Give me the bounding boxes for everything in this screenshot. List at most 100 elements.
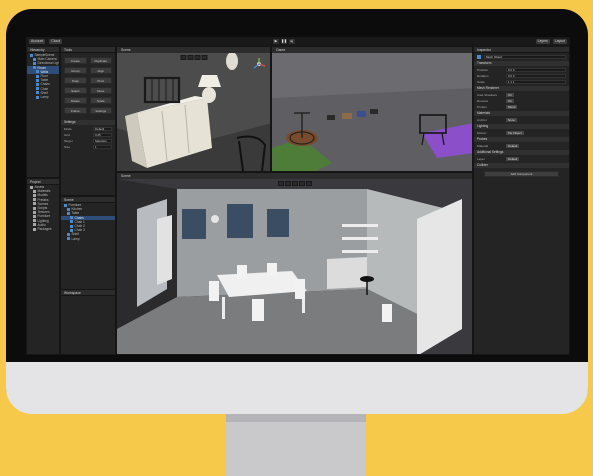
inspector-section-header[interactable]: Materials	[474, 111, 569, 116]
object-name-row: Mesh Object	[474, 54, 569, 59]
effects-toggle-icon[interactable]	[298, 181, 305, 186]
scene-tree-item[interactable]: Lamp	[61, 237, 115, 241]
tools-field-value[interactable]: Selection	[93, 138, 112, 143]
inspector-field-row: Cast Shadows On	[474, 92, 569, 97]
hierarchy-list: SampleScene Main Camera Directional Light R…	[27, 53, 59, 99]
cube-icon	[36, 70, 39, 74]
game-view[interactable]: Game	[271, 46, 473, 172]
cloud-button[interactable]: Cloud	[49, 39, 63, 44]
inspector-field-label: Layer	[477, 156, 485, 161]
tools-field-value[interactable]: 0.25	[93, 132, 112, 137]
transform-value[interactable]: 1 1 1	[506, 79, 566, 84]
folder-icon	[33, 194, 36, 198]
scene-view-tab[interactable]: Scene	[117, 47, 270, 53]
cube-icon	[36, 87, 39, 91]
tool-button[interactable]: Move	[89, 87, 112, 94]
workspace-tab[interactable]: Workspace	[61, 290, 115, 296]
tool-button[interactable]: Group	[64, 67, 87, 74]
object-icon	[67, 237, 70, 241]
move-tool-icon[interactable]	[187, 55, 193, 60]
inspector-tab[interactable]: Inspector	[474, 47, 569, 53]
inspector-section-header[interactable]: Additional Settings	[474, 150, 569, 155]
hierarchy-item[interactable]: Lamp	[27, 95, 59, 99]
gizmos-toggle-icon[interactable]	[305, 181, 312, 186]
folder-icon	[33, 227, 36, 231]
inspector-section-header[interactable]: Probes	[474, 137, 569, 142]
object-icon	[67, 232, 70, 236]
cube-icon	[36, 91, 39, 95]
lighting-toggle-icon[interactable]	[284, 181, 291, 186]
tool-button[interactable]: Rotate	[64, 97, 87, 104]
transform-row: Position 0 0 0	[474, 67, 569, 72]
account-button[interactable]: Account	[29, 39, 46, 44]
tool-button[interactable]: Scale	[89, 97, 112, 104]
inspector-section-header[interactable]: Mesh Renderer	[474, 86, 569, 91]
layers-dropdown[interactable]: Layers	[535, 39, 550, 44]
scene-view-room[interactable]: Scene	[116, 172, 473, 355]
tool-button[interactable]: Settings	[89, 107, 112, 114]
inspector-field-value[interactable]: Default	[506, 156, 520, 161]
tool-button[interactable]: Align	[89, 67, 112, 74]
folder-icon	[33, 219, 36, 223]
tools-fields: Mode Default Grid 0.25 Target Selection Size 1	[61, 126, 115, 149]
editor-screen: Account Cloud ▶ ❚❚ ▸| Layers Layout Hier…	[26, 37, 570, 355]
scene-tree-item-label: Lamp	[71, 236, 80, 241]
inspector-sections: Mesh Renderer Cast Shadows On Receive On Prob…	[474, 86, 569, 168]
transform-row: Rotation 0 0 0	[474, 73, 569, 78]
tool-button[interactable]: Create	[64, 57, 87, 64]
inspector-field-value[interactable]: Blend	[506, 104, 518, 109]
tools-field-value[interactable]: 1	[93, 144, 112, 149]
transform-value[interactable]: 0 0 0	[506, 67, 566, 72]
folder-icon	[33, 214, 36, 218]
inspector-field-label: Motion	[477, 130, 487, 135]
step-icon[interactable]: ▸|	[289, 39, 295, 44]
game-view-tab[interactable]: Game	[272, 47, 472, 53]
inspector-field-row: Layer Default	[474, 156, 569, 161]
inspector-field-value[interactable]: None	[506, 117, 517, 122]
tools-field-label: Grid	[64, 132, 70, 137]
scale-tool-icon[interactable]	[201, 55, 207, 60]
tool-button[interactable]: Frame	[64, 107, 87, 114]
transform-value[interactable]: 0 0 0	[506, 73, 566, 78]
play-icon[interactable]: ▶	[273, 39, 279, 44]
rotate-tool-icon[interactable]	[194, 55, 200, 60]
transform-fields: Position 0 0 0 Rotation 0 0 0 Scale 1 1 1	[474, 67, 569, 84]
object-icon	[67, 212, 70, 216]
orientation-gizmo[interactable]	[252, 57, 266, 71]
object-name-field[interactable]: Mesh Object	[484, 54, 566, 59]
layout-dropdown[interactable]: Layout	[552, 39, 567, 44]
transform-label: Rotation	[477, 73, 489, 78]
tools-field-row: Target Selection	[61, 138, 115, 143]
scene-view-closeup[interactable]: Scene	[116, 46, 271, 172]
tools-field-row: Grid 0.25	[61, 132, 115, 137]
inspector-field-value[interactable]: Per Object	[506, 130, 524, 135]
inspector-section-header[interactable]: Lighting	[474, 124, 569, 129]
object-icon	[70, 216, 73, 220]
inspector-section-header[interactable]: Collider	[474, 163, 569, 168]
tool-button[interactable]: Snap	[64, 77, 87, 84]
room-view-tab[interactable]: Scene	[117, 173, 472, 179]
folder-icon	[33, 198, 36, 202]
transform-row: Scale 1 1 1	[474, 79, 569, 84]
scene-tree-list: Furniture Kitchen Table Chairs Chair 1 Chair …	[61, 203, 115, 241]
inspector-field-row: Anchor None	[474, 117, 569, 122]
inspector-field-value[interactable]: On	[506, 98, 514, 103]
view-2d-icon[interactable]	[277, 181, 284, 186]
tools-field-value[interactable]: Default	[93, 126, 112, 131]
pause-icon[interactable]: ❚❚	[281, 39, 287, 44]
transform-header[interactable]: Transform	[474, 61, 569, 66]
inspector-field-label: Material	[477, 143, 489, 148]
tool-button[interactable]: Duplicate	[89, 57, 112, 64]
inspector-field-row: Motion Per Object	[474, 130, 569, 135]
hand-tool-icon[interactable]	[180, 55, 186, 60]
add-component-button[interactable]: Add Component	[484, 171, 559, 177]
audio-toggle-icon[interactable]	[291, 181, 298, 186]
project-item[interactable]: Packages	[27, 227, 59, 231]
transform-label: Position	[477, 67, 489, 72]
tools-field-label: Mode	[64, 126, 72, 131]
inspector-field-value[interactable]: On	[506, 92, 514, 97]
inspector-field-value[interactable]: Default	[506, 143, 520, 148]
tool-button[interactable]: Select	[64, 87, 87, 94]
tool-button[interactable]: Pivot	[89, 77, 112, 84]
monitor-stand	[226, 414, 366, 476]
